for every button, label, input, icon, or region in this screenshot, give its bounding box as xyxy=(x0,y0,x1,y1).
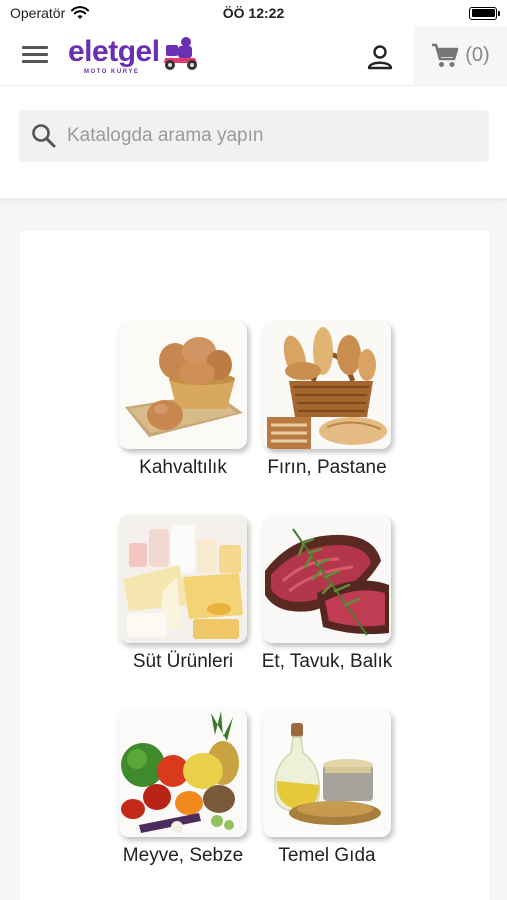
status-left: Operatör xyxy=(10,5,90,21)
cart-count: (0) xyxy=(465,44,490,66)
search-input[interactable]: Katalogda arama yapın xyxy=(19,110,489,162)
cart-button[interactable]: (0) xyxy=(414,26,507,85)
category-firin-pastane[interactable]: Fırın, Pastane xyxy=(252,321,402,479)
category-label: Et, Tavuk, Balık xyxy=(261,651,393,672)
brand-logo[interactable]: eletgel MOTO KURYE xyxy=(68,36,200,78)
category-label: Temel Gıda xyxy=(278,845,376,866)
cart-icon xyxy=(432,43,459,67)
category-label: Fırın, Pastane xyxy=(267,457,387,478)
battery-level xyxy=(471,9,495,17)
search-placeholder: Katalogda arama yapın xyxy=(67,125,264,146)
search-icon xyxy=(32,124,56,148)
category-temel-gida[interactable]: Temel Gıda xyxy=(252,709,402,867)
category-image xyxy=(119,515,247,643)
category-sut-urunleri[interactable]: Süt Ürünleri xyxy=(108,515,258,673)
category-kahvaltilik[interactable]: Kahvaltılık xyxy=(108,321,258,479)
logo-subtext: MOTO KURYE xyxy=(84,69,140,75)
category-image xyxy=(119,709,247,837)
search-area: Katalogda arama yapın xyxy=(0,86,507,198)
moto-courier-icon xyxy=(163,37,197,70)
category-grid: Kahvaltılık Fırın, Pastane Süt Ürünleri … xyxy=(20,231,489,900)
category-image xyxy=(119,321,247,449)
status-bar: Operatör ÖÖ 12:22 xyxy=(0,0,507,26)
carrier-label: Operatör xyxy=(10,5,66,21)
category-image xyxy=(263,515,391,643)
user-icon[interactable] xyxy=(366,44,394,70)
category-et-tavuk-balik[interactable]: Et, Tavuk, Balık xyxy=(252,515,402,673)
logo-text: eletgel xyxy=(68,35,160,68)
battery-icon xyxy=(469,6,500,20)
category-image xyxy=(263,709,391,837)
app-header: eletgel MOTO KURYE (0) xyxy=(0,26,507,86)
hamburger-menu-icon[interactable] xyxy=(22,46,48,66)
category-label: Kahvaltılık xyxy=(139,457,227,478)
category-label: Süt Ürünleri xyxy=(132,651,234,672)
category-image xyxy=(263,321,391,449)
category-meyve-sebze[interactable]: Meyve, Sebze xyxy=(108,709,258,867)
category-label: Meyve, Sebze xyxy=(122,845,244,866)
wifi-icon xyxy=(71,6,90,19)
